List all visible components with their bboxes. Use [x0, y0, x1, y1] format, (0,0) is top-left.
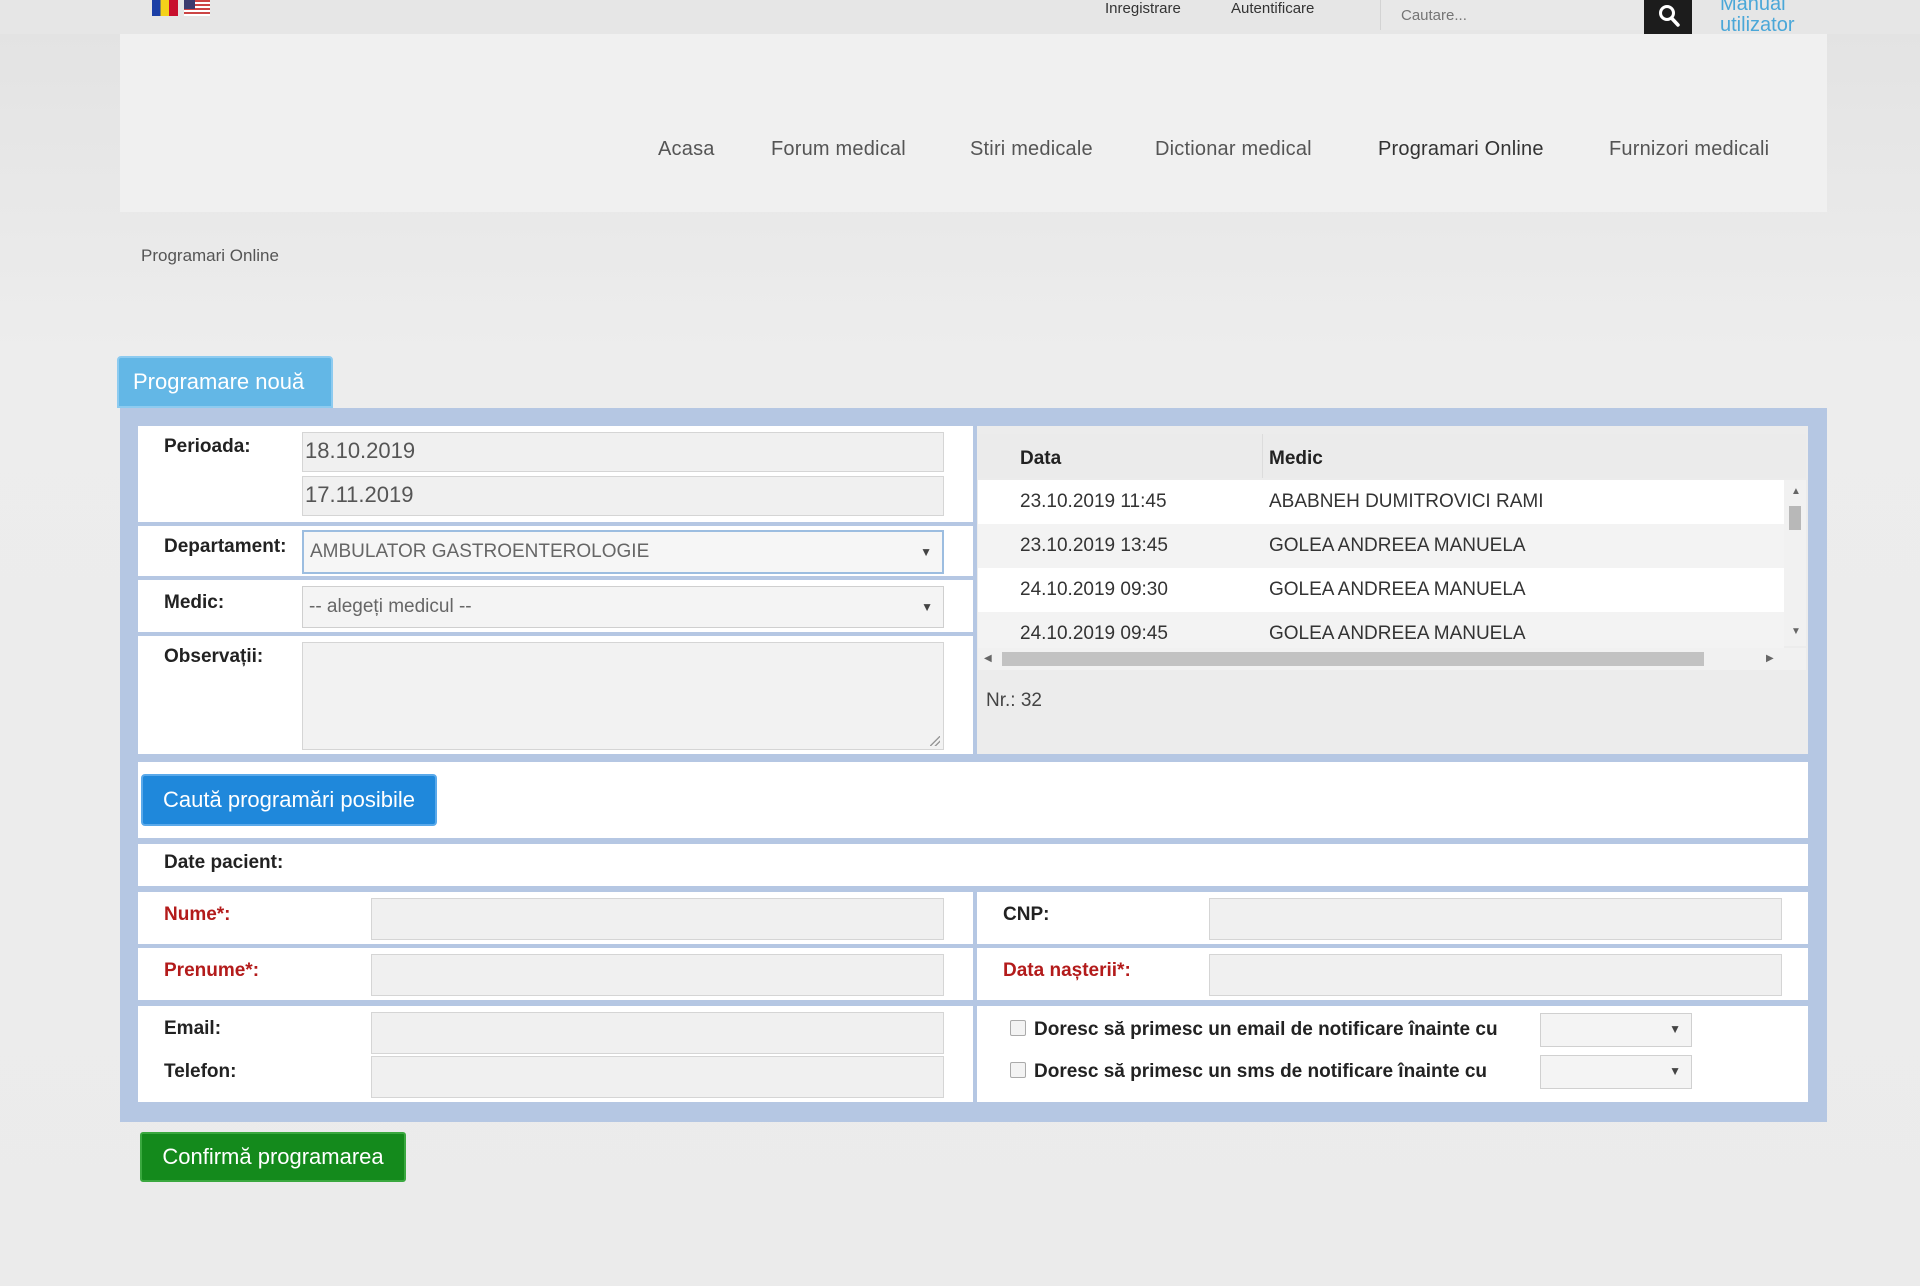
site-header: [120, 34, 1827, 212]
data-nasterii-field[interactable]: [1209, 954, 1782, 996]
chevron-down-icon: ▼: [921, 600, 933, 614]
nav-item-dictionar-medical[interactable]: Dictionar medical: [1155, 138, 1312, 161]
vertical-scrollbar-thumb[interactable]: [1789, 506, 1801, 530]
patient-section-header: [138, 844, 1808, 886]
medic-select[interactable]: -- alegeți medicul -- ▼: [302, 586, 944, 628]
telefon-label: Telefon:: [164, 1061, 237, 1082]
email-notify-checkbox[interactable]: [1010, 1020, 1026, 1036]
nav-item-furnizori-medicali[interactable]: Furnizori medicali: [1609, 138, 1769, 161]
romanian-flag-icon[interactable]: [152, 0, 178, 16]
email-notify-select[interactable]: ▼: [1540, 1013, 1692, 1047]
table-row[interactable]: 23.10.2019 11:45 ABABNEH DUMITROVICI RAM…: [978, 480, 1784, 524]
results-count: Nr.: 32: [986, 690, 1042, 711]
cnp-label: CNP:: [1003, 904, 1050, 925]
scroll-up-icon[interactable]: ▲: [1791, 486, 1801, 497]
data-nasterii-label: Data nașterii*:: [1003, 960, 1131, 981]
column-header-data[interactable]: Data: [1020, 448, 1061, 470]
horizontal-scrollbar-thumb[interactable]: [1002, 652, 1704, 666]
table-row[interactable]: 24.10.2019 09:45 GOLEA ANDREEA MANUELA: [978, 612, 1784, 648]
search-appointments-button[interactable]: Caută programări posibile: [141, 774, 437, 826]
scroll-right-icon[interactable]: ▶: [1766, 653, 1774, 664]
login-link[interactable]: Autentificare: [1231, 0, 1314, 17]
nav-item-acasa[interactable]: Acasa: [658, 138, 715, 161]
breadcrumb[interactable]: Programari Online: [141, 246, 279, 266]
prenume-label: Prenume*:: [164, 960, 260, 981]
nav-item-programari-online[interactable]: Programari Online: [1378, 138, 1544, 161]
search-icon: [1659, 5, 1680, 27]
us-flag-icon[interactable]: [184, 0, 210, 16]
departament-value: AMBULATOR GASTROENTEROLOGIE: [310, 541, 650, 562]
telefon-field[interactable]: [371, 1056, 944, 1098]
departament-select[interactable]: AMBULATOR GASTROENTEROLOGIE ▼: [302, 530, 944, 574]
search-input[interactable]: [1380, 0, 1644, 30]
prenume-field[interactable]: [371, 954, 944, 996]
sms-notify-label: Doresc să primesc un sms de notificare î…: [1034, 1061, 1487, 1082]
nume-label: Nume*:: [164, 904, 231, 925]
tab-programare-noua[interactable]: Programare nouă: [117, 356, 333, 408]
medic-value: -- alegeți medicul --: [309, 596, 472, 617]
table-row[interactable]: 23.10.2019 13:45 GOLEA ANDREEA MANUELA: [978, 524, 1784, 568]
search-button[interactable]: [1644, 0, 1692, 34]
table-row[interactable]: 24.10.2019 09:30 GOLEA ANDREEA MANUELA: [978, 568, 1784, 612]
chevron-down-icon: ▼: [920, 545, 932, 559]
perioada-label: Perioada:: [164, 436, 251, 457]
departament-label: Departament:: [164, 536, 287, 557]
email-notify-label: Doresc să primesc un email de notificare…: [1034, 1019, 1498, 1040]
top-bar: Inregistrare Autentificare Manual utiliz…: [0, 0, 1920, 36]
chevron-down-icon: ▼: [1669, 1022, 1681, 1036]
medic-label: Medic:: [164, 592, 225, 613]
patient-section-label: Date pacient:: [164, 852, 284, 873]
observatii-textarea[interactable]: [302, 642, 944, 750]
nav-item-forum-medical[interactable]: Forum medical: [771, 138, 906, 161]
scroll-down-icon[interactable]: ▼: [1791, 626, 1801, 637]
register-link[interactable]: Inregistrare: [1105, 0, 1181, 17]
user-manual-link[interactable]: Manual utilizator: [1720, 0, 1820, 36]
nav-item-stiri-medicale[interactable]: Stiri medicale: [970, 138, 1093, 161]
email-label: Email:: [164, 1018, 222, 1039]
perioada-end-field[interactable]: 17.11.2019: [302, 476, 944, 516]
results-header: [978, 434, 1806, 478]
chevron-down-icon: ▼: [1669, 1064, 1681, 1078]
nume-field[interactable]: [371, 898, 944, 940]
observatii-label: Observații:: [164, 646, 264, 667]
vertical-scrollbar[interactable]: [1784, 480, 1806, 646]
email-field[interactable]: [371, 1012, 944, 1054]
sms-notify-select[interactable]: ▼: [1540, 1055, 1692, 1089]
scroll-left-icon[interactable]: ◀: [984, 653, 992, 664]
resize-handle-icon[interactable]: [930, 736, 940, 746]
perioada-start-field[interactable]: 18.10.2019: [302, 432, 944, 472]
confirm-appointment-button[interactable]: Confirmă programarea: [140, 1132, 406, 1182]
sms-notify-checkbox[interactable]: [1010, 1062, 1026, 1078]
cnp-field[interactable]: [1209, 898, 1782, 940]
column-header-medic[interactable]: Medic: [1269, 448, 1323, 470]
